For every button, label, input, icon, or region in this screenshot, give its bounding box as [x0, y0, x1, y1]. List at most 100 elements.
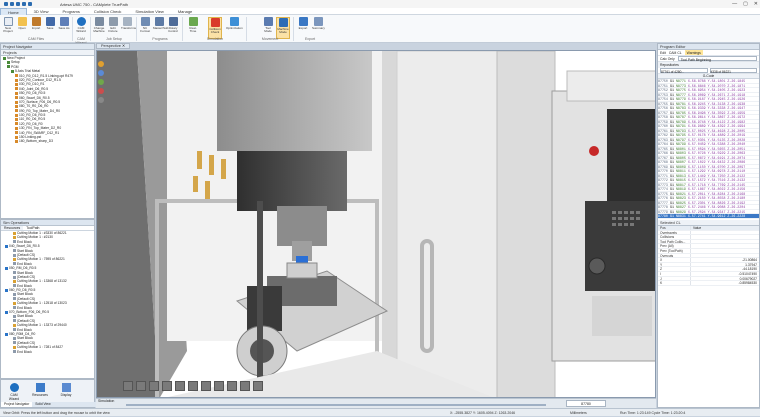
view-icon-3[interactable] [98, 79, 104, 85]
project-tree-label: 110_R0_D6_R0.5 [19, 117, 46, 122]
real-time-button[interactable]: Real-Time [187, 17, 199, 34]
fast-forward-icon[interactable] [188, 381, 198, 391]
view-icon-1[interactable] [98, 61, 104, 67]
operation-icon [13, 306, 16, 310]
sim-operations-tree[interactable]: Cutting Motion 1 : #3330 of 86221 Cutting… [1, 231, 94, 354]
tab-3d-view[interactable]: 3D View [27, 8, 56, 15]
tab-programs[interactable]: Programs [56, 8, 87, 15]
tab-simulation-view[interactable]: Simulation View [128, 8, 170, 15]
end-icon[interactable] [201, 381, 211, 391]
tab-toolpath[interactable]: ToolPath [23, 226, 42, 230]
gcode-list[interactable]: 87750 G1 N8771 X-56.8788 Y-54.1801 Z-26.… [658, 79, 759, 220]
cam-wizard-tool[interactable]: CAM Wizard [5, 383, 23, 401]
line-combo[interactable]: 87761 of 4280... [660, 68, 708, 74]
tool-mode-button[interactable]: Tool Mode [262, 17, 274, 34]
save-as-button[interactable]: Save As [58, 17, 70, 30]
save-button[interactable]: Save [44, 17, 56, 30]
tab-manage[interactable]: Manage [171, 8, 199, 15]
minimize-button[interactable]: — [732, 1, 737, 7]
gcode-x: X-57.0594 Y-54.5655 Z-26.2051 [687, 146, 746, 151]
resources-tool[interactable]: Resources [31, 383, 49, 397]
tab-solid-view[interactable]: Solid View [32, 402, 53, 407]
bottom-toolbox: CAM Wizard Resources Display Project Nav… [0, 379, 96, 408]
3d-viewport[interactable] [96, 50, 656, 398]
folder-icon [15, 140, 18, 144]
maximize-button[interactable]: ▢ [743, 1, 748, 7]
cam-cl-button[interactable]: CAM CL [669, 50, 682, 55]
close-button[interactable]: ✕ [754, 1, 758, 7]
transforms-button[interactable]: Transforms [121, 17, 136, 30]
gcode-x: X-57.2446 Y-54.9088 Z-26.2204 [687, 205, 746, 209]
tab-project-navigator[interactable]: Project Navigator [1, 402, 33, 407]
quick-access-toolbar[interactable] [4, 2, 32, 6]
project-tree-label: 080_T0_R0_D6_R0 [19, 104, 49, 109]
gcode-g: G1 [669, 196, 674, 200]
tab-home[interactable]: Home [0, 7, 27, 15]
simulation-slider[interactable] [126, 404, 546, 406]
gcode-n: N8785 [675, 110, 686, 115]
machine-mode-button[interactable]: Machine Mode [276, 17, 290, 39]
import-button[interactable]: Import [30, 17, 42, 30]
warnings-button[interactable]: Warnings [684, 50, 703, 55]
gcode-x: X-57.2741 Y-54.9612 Z-26.2228 [687, 214, 746, 218]
loop-icon[interactable] [227, 381, 237, 391]
edit-button[interactable]: Edit [660, 50, 666, 55]
stop-icon[interactable] [162, 381, 172, 391]
gcode-g: G1 [669, 128, 674, 133]
view-icon-4[interactable] [98, 88, 104, 94]
gcode-x: X-56.9748 Y-54.4122 Z-26.1982 [687, 119, 746, 124]
master-sub-button[interactable]: Master/Sub [153, 17, 168, 30]
position-field[interactable]: 87780 [566, 400, 606, 407]
edit-fixture-button[interactable]: Edit Fixture [107, 17, 119, 34]
toolpath-filter-select[interactable]: Tool Path Beginning [677, 56, 757, 62]
sim-operation-label: End Block [17, 305, 32, 310]
speed-icon[interactable] [240, 381, 250, 391]
simulation-bar: Simulation 87780 [96, 398, 656, 408]
calc-only-label[interactable]: Calc Only [660, 56, 675, 61]
step-forward-icon[interactable] [175, 381, 185, 391]
close-icon[interactable]: ✕ [122, 44, 125, 48]
rotary-control-button[interactable]: Rotary Control [167, 17, 179, 34]
sim-operation-label: Cutting Motion 1 : 7281 of 8427 [17, 345, 64, 350]
gcode-x: X-57.2594 Y-54.9347 Z-26.2215 [687, 209, 746, 214]
gcode-n: N8811 [675, 169, 686, 173]
tab-resources[interactable]: Resources [1, 226, 24, 230]
sim-operation-label: Cutting Motion 1 : 13373 of 29440 [17, 323, 67, 328]
summary-button[interactable]: Summary [312, 17, 325, 30]
sim-operation-label: 080_R0M_D4_R0 [9, 331, 36, 336]
gcode-g: G1 [669, 79, 674, 83]
gcode-row[interactable]: 87780 G1 N8831 X-57.2741 Y-54.9612 Z-26.… [658, 214, 759, 219]
play-icon[interactable] [149, 381, 159, 391]
collision-check-button[interactable]: Collision Check [208, 17, 222, 39]
tab-perspective[interactable]: Perspective ✕ [96, 43, 131, 49]
gcode-x: X-57.1867 Y-54.8022 Z-26.2156 [687, 187, 746, 191]
sim-operation-label: (Default CS) [17, 252, 36, 257]
group-label-export: Export [304, 37, 316, 41]
display-tool[interactable]: Display [57, 383, 75, 397]
operation-icon [13, 315, 16, 319]
sim-operation-label: (Default CS) [17, 318, 36, 323]
view-icon-2[interactable] [98, 70, 104, 76]
options-icon[interactable] [253, 381, 263, 391]
project-tree-row[interactable]: 160_Bottom_sharp_D3 [1, 139, 94, 143]
folder-icon [15, 118, 18, 122]
optimization-button[interactable]: Optimization [226, 17, 243, 30]
rewind-icon[interactable] [123, 381, 133, 391]
project-tree[interactable]: New Project Setup PGM 5 Axis Trial Metal 010… [1, 56, 94, 144]
sim-operation-label: End Block [17, 239, 32, 244]
step-back-icon[interactable] [136, 381, 146, 391]
record-icon[interactable] [214, 381, 224, 391]
cam-wizard-button[interactable]: CAM Wizard [75, 17, 87, 34]
operation-icon [13, 240, 16, 244]
property-key: K [658, 281, 691, 285]
new-project-button[interactable]: New Project [2, 17, 14, 34]
export-button[interactable]: Export [297, 17, 309, 30]
cl-combo[interactable]: #338 of 86221 [709, 68, 757, 74]
nc-format-button[interactable]: NC Format [139, 17, 151, 34]
display-icon [61, 383, 71, 392]
view-icon-5[interactable] [98, 97, 104, 103]
open-button[interactable]: Open [16, 17, 28, 30]
tab-collision-check[interactable]: Collision Check [87, 8, 129, 15]
change-machine-button[interactable]: Change Machine [93, 17, 105, 34]
sim-operation-row[interactable]: End Block [1, 350, 94, 354]
